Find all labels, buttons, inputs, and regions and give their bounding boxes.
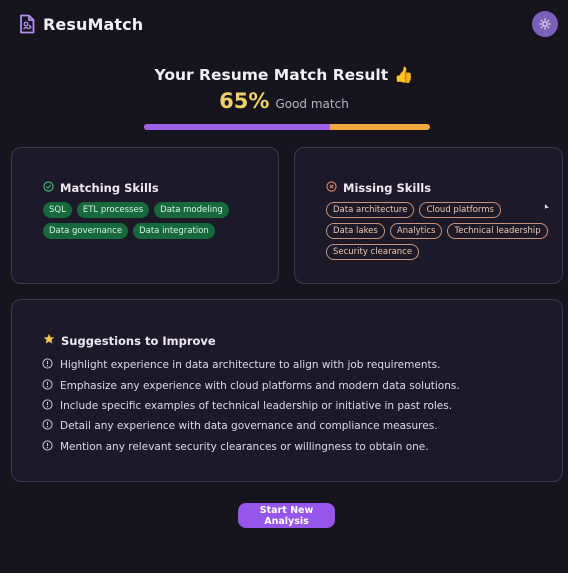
match-progress-fill: [144, 124, 330, 130]
matching-skill-chip: Data modeling: [154, 202, 229, 218]
missing-skills-title: Missing Skills: [343, 181, 432, 195]
info-circle-icon: [42, 440, 53, 454]
x-circle-icon: [326, 181, 337, 195]
match-progress-bar: [144, 124, 430, 130]
missing-skills-card: Missing Skills Data architecture Cloud pl…: [294, 147, 563, 284]
suggestions-heading: Suggestions to Improve: [43, 333, 216, 348]
missing-skill-chip: Data architecture: [326, 202, 415, 218]
missing-skill-chip: Cloud platforms: [419, 202, 501, 218]
suggestion-text: Mention any relevant security clearances…: [60, 440, 429, 453]
missing-skill-chip: Technical leadership: [447, 223, 548, 239]
result-title-text: Your Resume Match Result: [154, 66, 389, 84]
header: ResuMatch: [0, 0, 568, 48]
document-icon: [18, 14, 36, 34]
info-circle-icon: [42, 358, 53, 372]
missing-skill-chip: Data lakes: [326, 223, 385, 239]
info-circle-icon: [42, 399, 53, 413]
suggestion-text: Detail any experience with data governan…: [60, 420, 438, 433]
suggestion-item: Mention any relevant security clearances…: [42, 437, 460, 457]
mouse-cursor-icon: [545, 195, 550, 214]
result-title: Your Resume Match Result 👍: [0, 66, 568, 84]
suggestion-text: Include specific examples of technical l…: [60, 399, 453, 412]
suggestion-item: Emphasize any experience with cloud plat…: [42, 375, 460, 395]
suggestions-title: Suggestions to Improve: [61, 333, 216, 348]
thumbs-up-icon: 👍: [394, 66, 414, 84]
suggestions-card: Suggestions to Improve Highlight experie…: [11, 299, 563, 482]
missing-skill-chip: Analytics: [389, 223, 443, 239]
matching-skills-card: Matching Skills SQL ETL processes Data mod…: [11, 147, 279, 284]
app-name: ResuMatch: [43, 14, 144, 34]
matching-skills-heading: Matching Skills: [43, 181, 159, 195]
check-circle-icon: [43, 181, 54, 195]
start-new-analysis-button[interactable]: Start New Analysis: [238, 503, 335, 528]
star-icon: [43, 333, 55, 348]
brand[interactable]: ResuMatch: [18, 14, 143, 34]
suggestion-item: Include specific examples of technical l…: [42, 396, 460, 416]
match-score: 65%: [219, 89, 270, 113]
missing-skills-heading: Missing Skills: [326, 181, 431, 195]
suggestion-item: Detail any experience with data governan…: [42, 416, 460, 436]
matching-skills-title: Matching Skills: [60, 181, 159, 195]
sun-icon: [539, 15, 551, 34]
matching-skill-chip: ETL processes: [76, 202, 150, 218]
matching-skill-chip: Data integration: [133, 223, 215, 239]
info-circle-icon: [42, 378, 53, 393]
matching-skill-chip: SQL: [43, 202, 72, 218]
missing-skill-chip: Security clearance: [326, 244, 420, 260]
suggestion-text: Highlight experience in data architectur…: [60, 359, 441, 372]
suggestions-list: Highlight experience in data architectur…: [42, 355, 460, 457]
score-line: 65% Good match: [0, 89, 568, 113]
matching-skills-list: SQL ETL processes Data modeling Data govern…: [43, 202, 268, 239]
match-label: Good match: [275, 97, 349, 111]
suggestion-item: Highlight experience in data architectur…: [42, 355, 460, 375]
suggestion-text: Emphasize any experience with cloud plat…: [60, 379, 460, 392]
matching-skill-chip: Data governance: [43, 223, 129, 239]
theme-toggle-button[interactable]: [532, 11, 558, 37]
result-section: Your Resume Match Result 👍 65% Good matc…: [0, 66, 568, 113]
missing-skills-list: Data architecture Cloud platforms Data lak…: [326, 202, 551, 260]
info-circle-icon: [42, 419, 53, 433]
